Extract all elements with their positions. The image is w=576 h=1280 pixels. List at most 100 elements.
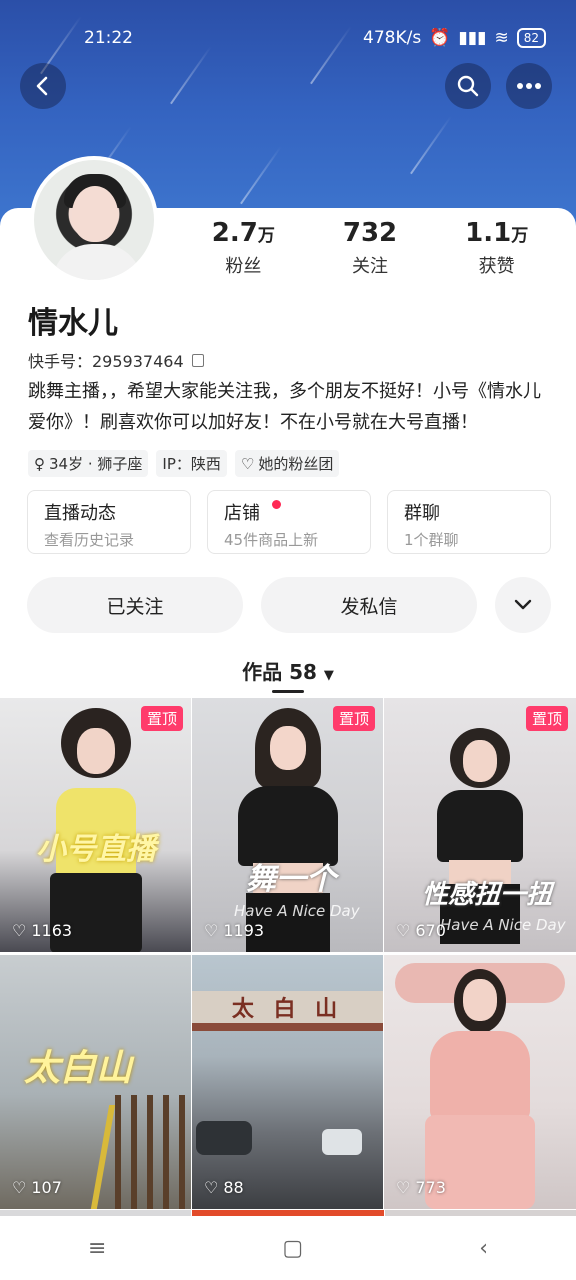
home-icon[interactable]: ▢ (282, 1236, 303, 1261)
like-count-text: 670 (415, 921, 446, 940)
profile-name: 情水儿 (28, 306, 118, 341)
tag-text: 她的粉丝团 (258, 455, 334, 473)
stat-fans[interactable]: 2.7万 粉丝 (180, 218, 307, 278)
network-speed: 478K/s (363, 28, 422, 48)
heart-icon: ♡ (396, 1178, 411, 1197)
wifi-icon: ≋ (494, 28, 509, 48)
kuaishou-id[interactable]: 快手号：295937464 (28, 348, 204, 372)
tag-ip: IP：陕西 (156, 450, 227, 477)
back-nav-icon[interactable]: ‹ (479, 1236, 488, 1261)
video-tile[interactable]: 太 白 山 ♡ 88 (192, 955, 383, 1209)
system-nav-bar: ≡ ▢ ‹ (0, 1216, 576, 1280)
profile-actions: 已关注 发私信 (27, 577, 551, 633)
heart-icon: ♡ (204, 1178, 219, 1197)
search-button[interactable] (445, 63, 491, 109)
chevron-down-icon (514, 599, 532, 610)
profile-screen: 21:22 478K/s ⏰ ▮▮▮ ≋ 82 2.7万 粉丝 732 关注 1… (0, 0, 576, 1280)
message-button[interactable]: 发私信 (261, 577, 477, 633)
like-count-text: 1163 (31, 921, 73, 940)
video-tile[interactable]: 置顶 小号直播 ♡ 1163 (0, 698, 191, 952)
video-caption: 小号直播 (36, 832, 156, 867)
entry-title: 群聊 (404, 503, 440, 524)
stat-unit: 万 (257, 226, 275, 246)
tab-label: 作品 58 (242, 660, 317, 684)
like-count: ♡ 1163 (12, 921, 72, 940)
tab-indicator (272, 690, 304, 693)
video-subcaption: Have A Nice Day (440, 916, 566, 934)
more-button[interactable] (506, 63, 552, 109)
like-count: ♡ 773 (396, 1178, 446, 1197)
tag-text: 34岁 · 狮子座 (49, 455, 143, 473)
like-count: ♡ 107 (12, 1178, 62, 1197)
like-count: ♡ 670 (396, 921, 446, 940)
like-count: ♡ 1193 (204, 921, 264, 940)
entry-subtitle: 45件商品上新 (224, 531, 319, 549)
gender-icon: ♀ (34, 454, 45, 473)
entry-subtitle: 1个群聊 (404, 531, 459, 549)
status-bar: 21:22 478K/s ⏰ ▮▮▮ ≋ 82 (0, 24, 576, 54)
video-tile[interactable]: 置顶 性感扭一扭 Have A Nice Day ♡ 670 (384, 698, 576, 952)
like-count-text: 107 (31, 1178, 62, 1197)
like-count: ♡ 88 (204, 1178, 244, 1197)
tab-works[interactable]: 作品 58 ▼ (0, 656, 576, 685)
stat-unit: 万 (511, 226, 529, 246)
stat-label: 获赞 (478, 256, 515, 277)
profile-bio: 跳舞主播，，希望大家能关注我，多个朋友不挺好！小号《情水儿爱你》！刷喜欢你可以加… (28, 381, 541, 433)
video-caption: 舞一个 (246, 862, 336, 897)
video-grid: 置顶 小号直播 ♡ 1163 置顶 舞一个 Have A Nice Day ♡ 11… (0, 698, 576, 1209)
entry-title: 店铺 (224, 503, 260, 524)
video-caption: 性感扭一扭 (422, 880, 553, 910)
stat-label: 粉丝 (225, 256, 262, 277)
tag-fan-club[interactable]: ♡ 她的粉丝团 (234, 450, 340, 477)
signal-icon: ▮▮▮ (458, 28, 487, 48)
back-icon (36, 76, 48, 96)
heart-icon: ♡ (204, 921, 219, 940)
stat-following[interactable]: 732 关注 (307, 218, 434, 278)
heart-icon: ♡ (12, 921, 27, 940)
menu-icon[interactable]: ≡ (88, 1236, 106, 1261)
profile-tags: ♀ 34岁 · 狮子座 IP：陕西 ♡ 她的粉丝团 (28, 450, 340, 477)
video-tile[interactable]: 太白山 ♡ 107 (0, 955, 191, 1209)
tag-text: IP：陕西 (162, 455, 221, 473)
heart-outline-icon: ♡ (240, 454, 255, 473)
entry-shop[interactable]: 店铺 45件商品上新 (207, 490, 371, 554)
stat-value: 2.7 (211, 218, 258, 248)
stat-value: 1.1 (465, 218, 512, 248)
heart-icon: ♡ (396, 921, 411, 940)
tag-age: ♀ 34岁 · 狮子座 (28, 450, 149, 477)
pinned-badge: 置顶 (140, 706, 183, 731)
like-count-text: 1193 (223, 921, 265, 940)
road-sign: 太 白 山 (231, 997, 344, 1022)
heart-icon: ♡ (12, 1178, 27, 1197)
like-count-text: 88 (223, 1178, 244, 1197)
pinned-badge: 置顶 (525, 706, 568, 731)
notification-dot (272, 500, 281, 509)
expand-button[interactable] (495, 577, 551, 633)
search-icon (457, 75, 479, 97)
video-subcaption: Have A Nice Day (234, 902, 360, 920)
video-tile[interactable]: ♡ 773 (384, 955, 576, 1209)
avatar[interactable] (30, 156, 158, 284)
profile-stats: 2.7万 粉丝 732 关注 1.1万 获赞 (180, 218, 560, 278)
video-caption: 太白山 (24, 1048, 133, 1089)
stat-likes[interactable]: 1.1万 获赞 (433, 218, 560, 278)
entry-live-history[interactable]: 直播动态 查看历史记录 (27, 490, 191, 554)
entry-title: 直播动态 (44, 503, 116, 524)
caret-down-icon: ▼ (323, 668, 334, 683)
status-time: 21:22 (84, 28, 133, 48)
kuaishou-id-text: 快手号：295937464 (28, 352, 184, 371)
stat-label: 关注 (352, 256, 388, 277)
entry-group-chat[interactable]: 群聊 1个群聊 (387, 490, 551, 554)
alarm-icon: ⏰ (429, 28, 451, 48)
like-count-text: 773 (415, 1178, 446, 1197)
entry-subtitle: 查看历史记录 (44, 531, 135, 549)
feature-entries: 直播动态 查看历史记录 店铺 45件商品上新 群聊 1个群聊 (27, 490, 551, 554)
stat-value: 732 (342, 218, 398, 248)
followed-button[interactable]: 已关注 (27, 577, 243, 633)
video-tile[interactable]: 置顶 舞一个 Have A Nice Day ♡ 1193 (192, 698, 383, 952)
pinned-badge: 置顶 (332, 706, 375, 731)
more-icon (517, 83, 541, 89)
back-button[interactable] (20, 63, 66, 109)
battery-indicator: 82 (516, 28, 546, 48)
copy-icon[interactable] (191, 353, 204, 367)
